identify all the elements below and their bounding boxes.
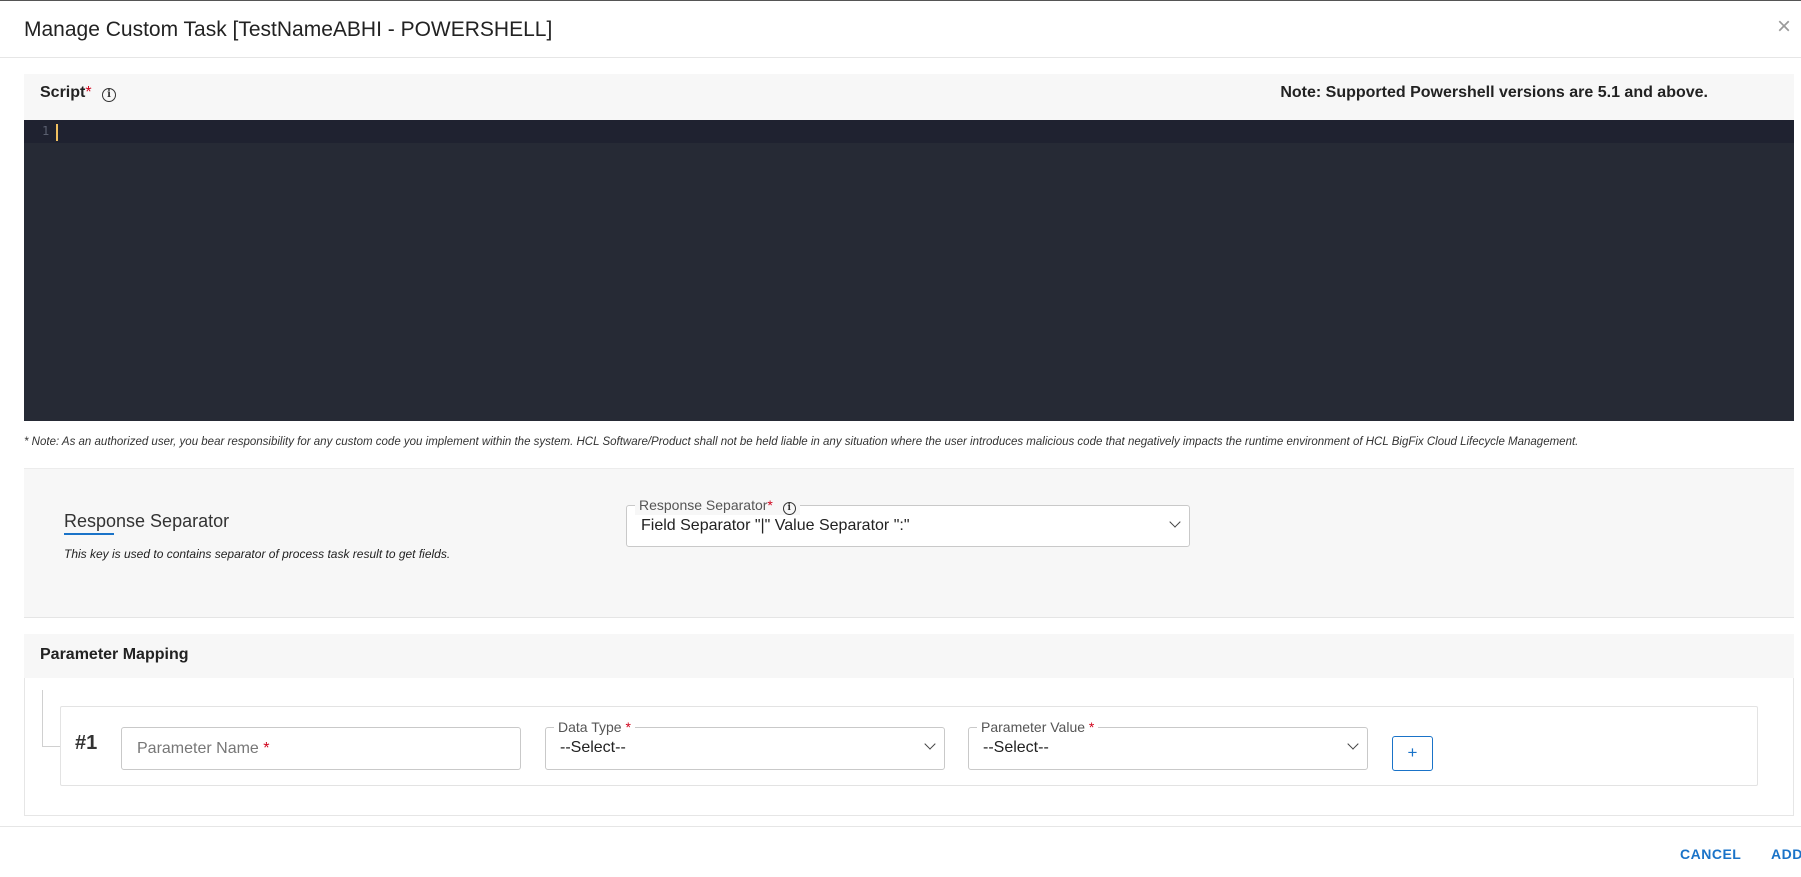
tree-connector-vertical (42, 690, 43, 746)
info-icon[interactable]: i (782, 502, 796, 515)
parameter-value-select[interactable]: Parameter Value * --Select-- (968, 719, 1368, 770)
add-button[interactable]: ADD (1771, 846, 1801, 862)
required-marker: * (625, 719, 631, 735)
parameter-row-index: #1 (75, 732, 98, 754)
dialog-footer: CANCEL ADD (0, 826, 1801, 877)
chevron-down-icon (1169, 516, 1181, 528)
chevron-down-icon (924, 738, 936, 750)
response-separator-description: This key is used to contains separator o… (64, 547, 451, 561)
editor-active-line: 1 (24, 120, 1794, 143)
chevron-down-icon (1347, 738, 1359, 750)
required-marker: * (767, 497, 773, 513)
dialog-header: Manage Custom Task [TestNameABHI - POWER… (0, 1, 1801, 58)
required-marker: * (1088, 719, 1095, 735)
response-separator-select[interactable]: Response Separator* i Field Separator "|… (626, 497, 1190, 547)
response-separator-title: Response Separator (64, 511, 230, 531)
cancel-button[interactable]: CANCEL (1680, 846, 1741, 862)
add-parameter-button[interactable]: + (1392, 736, 1433, 771)
placeholder-text: Parameter Name (137, 740, 259, 757)
close-icon[interactable]: × (1777, 15, 1801, 39)
script-header: Script* i Note: Supported Powershell ver… (24, 74, 1794, 120)
script-editor[interactable]: 1 (24, 120, 1794, 421)
script-label-text: Script (40, 84, 86, 101)
line-number: 1 (42, 124, 50, 138)
field-label-text: Response Separator (639, 497, 768, 513)
tree-connector-horizontal (42, 746, 60, 747)
editor-caret (56, 124, 58, 141)
parameter-value-label: Parameter Value * (977, 719, 1099, 735)
data-type-value: --Select-- (560, 739, 626, 756)
data-type-label: Data Type * (554, 719, 635, 735)
info-icon[interactable]: i (102, 88, 117, 102)
script-label: Script* i (40, 84, 117, 102)
title-underline (64, 533, 114, 535)
parameter-mapping-title: Parameter Mapping (40, 646, 189, 663)
required-marker: * (85, 84, 92, 101)
field-label-text: Data Type (558, 719, 622, 735)
powershell-version-note: Note: Supported Powershell versions are … (1280, 84, 1708, 101)
data-type-select[interactable]: Data Type * --Select-- (545, 719, 945, 770)
response-separator-value: Field Separator "|" Value Separator ":" (641, 517, 910, 534)
parameter-value-value: --Select-- (983, 739, 1049, 756)
dialog-title: Manage Custom Task [TestNameABHI - POWER… (24, 18, 553, 41)
required-marker: * (263, 740, 270, 757)
field-label-text: Parameter Value (981, 719, 1086, 735)
response-separator-field-label: Response Separator* i (635, 497, 800, 515)
parameter-name-input[interactable]: Parameter Name * (121, 727, 521, 770)
liability-disclaimer: * Note: As an authorized user, you bear … (24, 436, 1579, 448)
parameter-mapping-header: Parameter Mapping (24, 634, 1794, 678)
parameter-name-placeholder: Parameter Name * (137, 740, 270, 758)
